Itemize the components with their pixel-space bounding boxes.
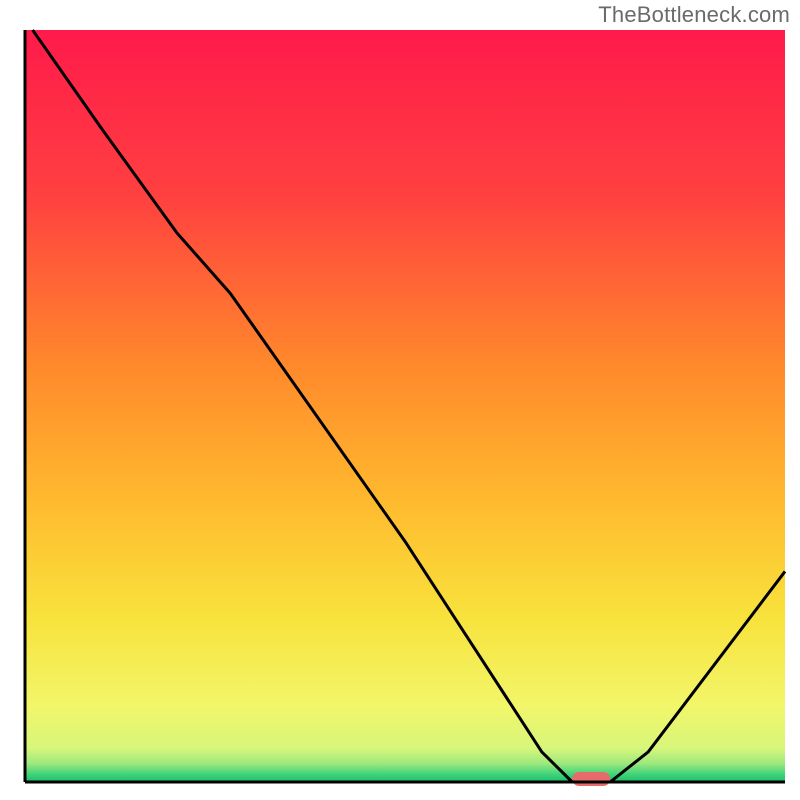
watermark-text: TheBottleneck.com — [598, 2, 790, 28]
bottleneck-chart — [0, 0, 800, 800]
chart-container: { "watermark": "TheBottleneck.com", "cha… — [0, 0, 800, 800]
optimal-marker — [572, 772, 610, 786]
plot-background — [25, 30, 785, 782]
